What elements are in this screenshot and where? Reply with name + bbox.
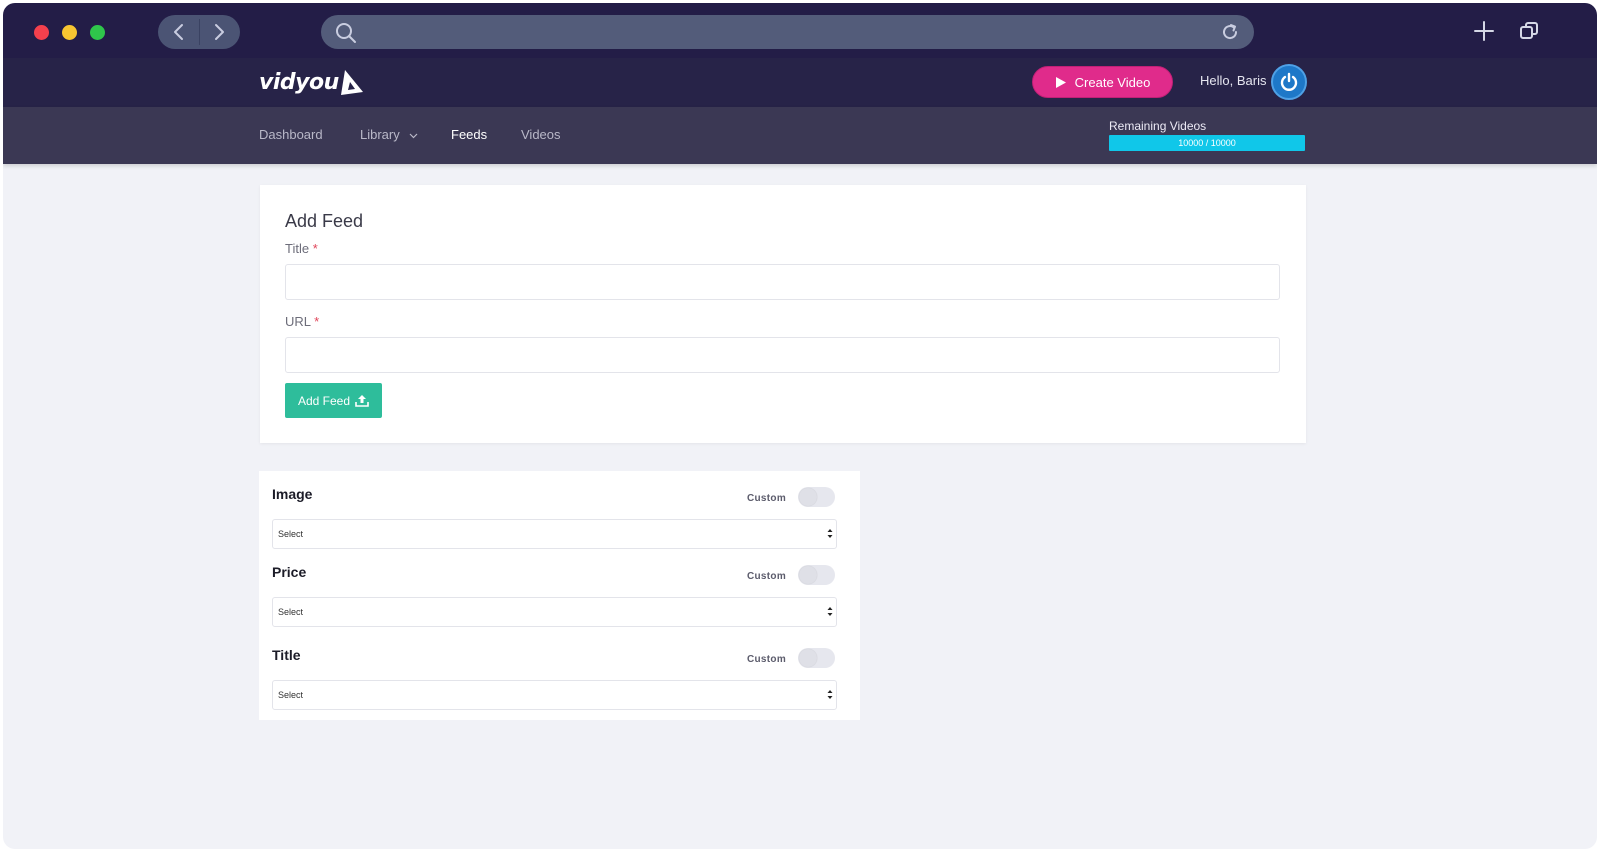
title-label-text: Title <box>285 241 310 256</box>
card-title: Add Feed <box>285 211 364 231</box>
add-feed-card: Add Feed Title * URL * Add Feed <box>260 185 1306 443</box>
custom-toggle-image[interactable] <box>798 487 835 507</box>
logout-button[interactable] <box>1271 64 1307 100</box>
toggle-knob <box>799 488 817 506</box>
title-label: Title * <box>285 241 318 256</box>
mapping-label-image: Image <box>272 486 313 502</box>
logo-play-icon <box>340 70 363 95</box>
field-mapping-card: Image Custom Select Price Custom Select … <box>259 471 860 720</box>
select-arrows-icon <box>827 690 833 699</box>
app-header: vidyou Create Video Hello, Baris <box>3 58 1597 107</box>
url-input[interactable] <box>285 337 1280 373</box>
url-label-text: URL <box>285 314 311 329</box>
custom-toggle-price[interactable] <box>798 565 835 585</box>
close-window-button[interactable] <box>34 25 49 40</box>
browser-toolbar <box>3 3 1597 58</box>
chevron-down-icon <box>409 133 418 138</box>
reload-icon[interactable] <box>1220 22 1240 47</box>
required-mark: * <box>314 314 320 329</box>
create-video-button[interactable]: Create Video <box>1032 66 1173 98</box>
nav-videos[interactable]: Videos <box>521 127 561 142</box>
select-arrows-icon <box>827 607 833 616</box>
select-price[interactable]: Select <box>272 597 837 627</box>
toggle-knob <box>799 566 817 584</box>
address-bar[interactable] <box>321 15 1254 49</box>
create-video-label: Create Video <box>1074 74 1151 90</box>
history-nav <box>158 15 240 49</box>
back-arrow-icon[interactable] <box>170 22 190 42</box>
nav-feeds[interactable]: Feeds <box>451 127 487 142</box>
select-image[interactable]: Select <box>272 519 837 549</box>
browser-window: vidyou Create Video Hello, Baris Dashboa… <box>3 3 1597 849</box>
maximize-window-button[interactable] <box>90 25 105 40</box>
power-icon <box>1280 72 1298 91</box>
vidyou-logo[interactable]: vidyou <box>259 67 365 97</box>
remaining-videos-label: Remaining Videos <box>1109 119 1207 133</box>
add-feed-label: Add Feed <box>297 393 351 408</box>
required-mark: * <box>312 241 318 256</box>
minimize-window-button[interactable] <box>62 25 77 40</box>
custom-label: Custom <box>747 571 787 582</box>
nav-separator <box>199 19 200 45</box>
custom-label: Custom <box>747 493 787 504</box>
title-input[interactable] <box>285 264 1280 300</box>
new-tab-plus-icon[interactable] <box>1473 20 1495 47</box>
mapping-label-title: Title <box>272 647 301 663</box>
custom-label: Custom <box>747 654 787 665</box>
select-arrows-icon <box>827 529 833 538</box>
user-greeting: Hello, Baris <box>1200 73 1267 88</box>
select-title[interactable]: Select <box>272 680 837 710</box>
remaining-videos-progress: 10000 / 10000 <box>1109 135 1305 151</box>
upload-icon <box>355 395 369 407</box>
nav-library[interactable]: Library <box>360 127 418 142</box>
logo-text: vidyou <box>259 69 339 95</box>
add-feed-button[interactable]: Add Feed <box>285 383 382 418</box>
nav-library-label: Library <box>360 127 400 142</box>
main-nav: Dashboard Library Feeds Videos Remaining… <box>3 107 1597 164</box>
select-value: Select <box>278 690 304 700</box>
select-value: Select <box>278 607 304 617</box>
mapping-label-price: Price <box>272 564 307 580</box>
play-icon <box>1055 76 1066 88</box>
forward-arrow-icon[interactable] <box>208 22 228 42</box>
select-value: Select <box>278 529 304 539</box>
nav-dashboard[interactable]: Dashboard <box>259 127 323 142</box>
custom-toggle-title[interactable] <box>798 648 835 668</box>
search-icon <box>335 22 357 49</box>
tab-overview-icon[interactable] <box>1519 21 1539 46</box>
toggle-knob <box>799 649 817 667</box>
url-label: URL * <box>285 314 319 329</box>
